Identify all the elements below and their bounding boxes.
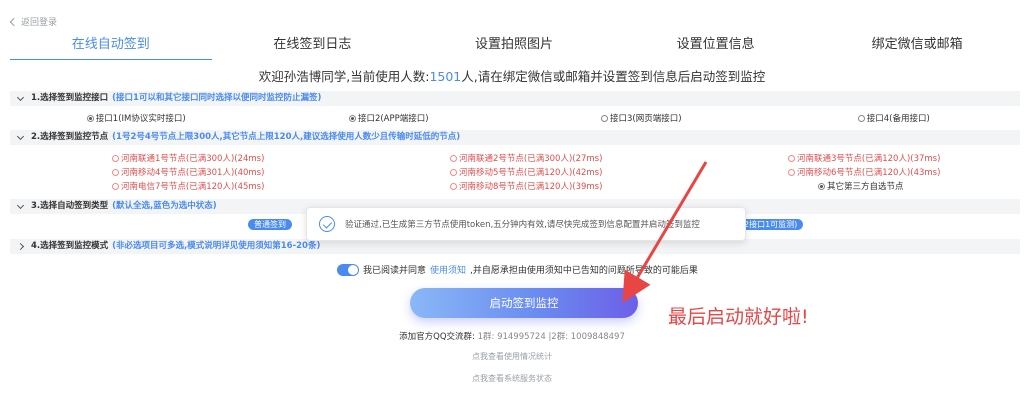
tab-bar: 在线自动签到 在线签到日志 设置拍照图片 设置位置信息 绑定微信或邮箱 bbox=[10, 34, 1018, 60]
start-monitor-button[interactable]: 启动签到监控 bbox=[410, 288, 638, 318]
chevron-left-icon bbox=[9, 17, 19, 26]
radio-icon bbox=[857, 115, 865, 122]
node-option[interactable]: 河南移动4号节点(已满301人)(40ms) bbox=[112, 166, 264, 180]
tab-bind-wechat-email[interactable]: 绑定微信或邮箱 bbox=[816, 34, 1018, 60]
tab-auto-signin[interactable]: 在线自动签到 bbox=[10, 34, 212, 60]
annotation-text: 最后启动就好啦! bbox=[668, 306, 809, 328]
tab-photo-settings[interactable]: 设置拍照图片 bbox=[413, 34, 615, 60]
radio-icon bbox=[788, 169, 795, 176]
radio-icon bbox=[818, 183, 825, 190]
agreement-row: 我已阅读并同意 使用须知 ,并自愿承担由使用须知中已告知的问题所导致的可能后果 bbox=[337, 263, 698, 276]
radio-icon bbox=[788, 155, 795, 162]
radio-icon bbox=[450, 155, 457, 162]
service-status-link[interactable]: 点我查看系统服务状态 bbox=[0, 373, 1024, 384]
interface-option-3[interactable]: 接口3(网页端接口) bbox=[515, 112, 768, 124]
qq-group-info: 添加官方QQ交流群: 1群: 914995724 |2群: 1009848497 bbox=[399, 332, 625, 342]
chevron-down-icon bbox=[16, 201, 25, 210]
section-mode-header[interactable]: 4.选择签到监控模式 (非必选项目可多选,模式说明详见使用须知第16-20条) bbox=[10, 239, 1020, 254]
chevron-down-icon bbox=[16, 93, 25, 102]
radio-icon bbox=[112, 183, 119, 190]
interface-option-2[interactable]: 接口2(APP端接口) bbox=[263, 112, 516, 124]
radio-icon bbox=[600, 115, 608, 122]
radio-icon bbox=[348, 115, 356, 122]
tab-signin-log[interactable]: 在线签到日志 bbox=[212, 34, 414, 60]
section-interface-header[interactable]: 1.选择签到监控接口 (接口1可以和其它接口同时选择以便同时监控防止漏签) bbox=[10, 91, 1020, 106]
radio-icon bbox=[450, 169, 457, 176]
terms-link[interactable]: 使用须知 bbox=[430, 263, 466, 276]
node-option[interactable]: 河南移动6号节点(已满120人)(43ms) bbox=[788, 166, 940, 180]
agreement-toggle[interactable] bbox=[337, 263, 359, 276]
chevron-right-icon bbox=[16, 242, 25, 251]
back-label: 返回登录 bbox=[21, 18, 58, 28]
toast-message: 验证通过,已生成第三方节点使用token,五分钟内有效,请尽快完成签到信息配置并… bbox=[345, 220, 700, 230]
tab-location-settings[interactable]: 设置位置信息 bbox=[615, 34, 817, 60]
signin-type-pills: 普通签到 bbox=[248, 219, 292, 230]
interface-option-1[interactable]: 接口1(IM协议实时接口) bbox=[10, 112, 263, 124]
chevron-down-icon bbox=[16, 132, 25, 141]
node-option[interactable]: 河南联通3号节点(已满120人)(37ms) bbox=[788, 152, 940, 166]
section-node-header[interactable]: 2.选择签到监控节点 (1号2号4号节点上限300人,其它节点上限120人,建议选… bbox=[10, 130, 1020, 145]
usage-stats-link[interactable]: 点我查看使用情况统计 bbox=[0, 351, 1024, 362]
user-count: 1501 bbox=[429, 69, 462, 84]
interface-options: 接口1(IM协议实时接口) 接口2(APP端接口) 接口3(网页端接口) 接口4… bbox=[10, 112, 1020, 124]
interface-option-4[interactable]: 接口4(备用接口) bbox=[768, 112, 1021, 124]
node-option[interactable]: 河南移动5号节点(已满120人)(42ms) bbox=[450, 166, 602, 180]
check-circle-icon bbox=[319, 216, 335, 232]
node-option[interactable]: 河南联通2号节点(已满300人)(27ms) bbox=[450, 152, 602, 166]
back-to-login-link[interactable]: 返回登录 bbox=[9, 15, 57, 28]
node-option[interactable]: 河南联通1号节点(已满300人)(24ms) bbox=[112, 152, 264, 166]
node-column-2: 河南联通2号节点(已满300人)(27ms) 河南移动5号节点(已满120人)(… bbox=[450, 152, 602, 194]
radio-icon bbox=[112, 155, 119, 162]
node-option[interactable]: 河南移动8号节点(已满120人)(39ms) bbox=[450, 180, 602, 194]
radio-icon bbox=[450, 183, 457, 190]
welcome-message: 欢迎孙浩博同学,当前使用人数:1501人,请在绑定微信或邮箱并设置签到信息后启动… bbox=[258, 69, 766, 84]
node-column-3: 河南联通3号节点(已满120人)(37ms) 河南移动6号节点(已满120人)(… bbox=[788, 152, 940, 194]
node-column-1: 河南联通1号节点(已满300人)(24ms) 河南移动4号节点(已满301人)(… bbox=[112, 152, 264, 194]
radio-icon bbox=[112, 169, 119, 176]
node-option[interactable]: 河南电信7号节点(已满120人)(45ms) bbox=[112, 180, 264, 194]
type-pill-normal[interactable]: 普通签到 bbox=[248, 219, 292, 230]
radio-icon bbox=[86, 115, 94, 122]
type-pill-tail[interactable]: 2接口1可监测) bbox=[738, 219, 804, 230]
node-option-other[interactable]: 其它第三方自选节点 bbox=[788, 180, 940, 194]
success-toast: 验证通过,已生成第三方节点使用token,五分钟内有效,请尽快完成签到信息配置并… bbox=[306, 207, 746, 241]
